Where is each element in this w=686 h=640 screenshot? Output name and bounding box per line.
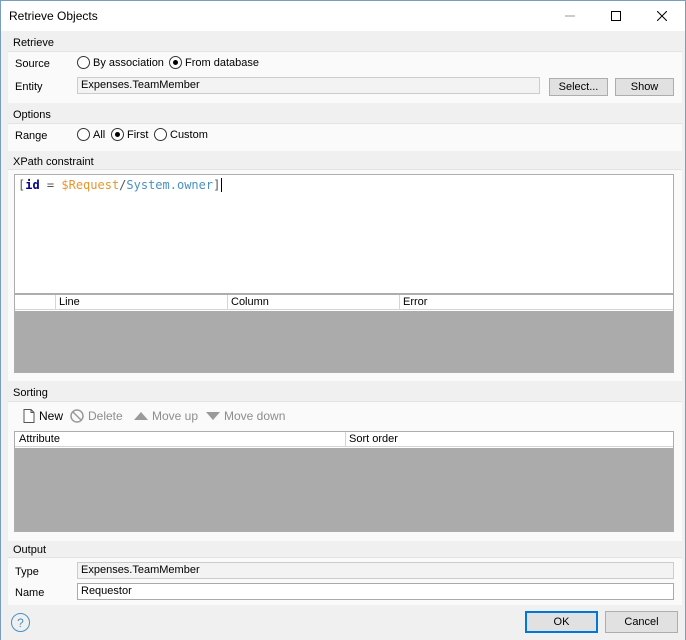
radio-circle-selected[interactable] [169, 56, 182, 69]
column-line[interactable]: Line [59, 296, 80, 308]
xpath-section-label: XPath constraint [13, 156, 94, 168]
window-title: Retrieve Objects [9, 9, 98, 23]
radio-range-all[interactable]: All [77, 128, 105, 141]
radio-range-custom[interactable]: Custom [154, 128, 208, 141]
radio-circle[interactable] [77, 128, 90, 141]
ok-button[interactable]: OK [525, 611, 598, 633]
new-button[interactable]: New [23, 409, 63, 423]
new-document-icon [23, 409, 35, 423]
new-button-label: New [39, 409, 64, 423]
radio-circle-selected[interactable] [111, 128, 124, 141]
title-bar: Retrieve Objects [1, 1, 685, 31]
help-icon[interactable]: ? [11, 613, 30, 632]
delete-icon [70, 409, 84, 423]
radio-label: By association [93, 56, 164, 69]
select-entity-button[interactable]: Select... [549, 78, 608, 96]
column-error[interactable]: Error [403, 296, 427, 308]
type-label: Type [15, 566, 39, 578]
xpath-token: System.owner [126, 178, 214, 192]
maximize-button[interactable] [593, 1, 639, 31]
options-section-label: Options [13, 109, 51, 121]
range-label: Range [15, 130, 48, 142]
dialog-window: Retrieve Objects Retrieve Source By asso… [0, 0, 686, 640]
output-type-field: Expenses.TeamMember [77, 562, 674, 579]
grid-body [15, 448, 673, 531]
grid-header: Line Column Error [15, 295, 673, 310]
xpath-token: $Request [61, 178, 120, 192]
minimize-icon [565, 15, 575, 17]
triangle-down-icon [206, 412, 220, 420]
entity-label: Entity [15, 81, 43, 93]
move-up-button[interactable]: Move up [134, 409, 198, 423]
radio-label: First [127, 128, 149, 141]
text-cursor: ​ [221, 178, 223, 192]
output-name-input[interactable]: Requestor [77, 583, 674, 600]
radio-from-database[interactable]: From database [169, 56, 259, 69]
xpath-editor[interactable]: [id = $Request/System.owner]​ [14, 174, 674, 294]
column-column[interactable]: Column [231, 296, 269, 308]
radio-circle[interactable] [77, 56, 90, 69]
retrieve-section-label: Retrieve [13, 37, 54, 49]
triangle-up-icon [134, 412, 148, 420]
close-icon [657, 11, 667, 21]
sorting-section-label: Sorting [13, 387, 48, 399]
column-attribute[interactable]: Attribute [19, 433, 60, 445]
minimize-button[interactable] [547, 1, 593, 31]
xpath-token: ] [213, 178, 221, 192]
delete-button[interactable]: Delete [70, 409, 123, 423]
radio-range-first[interactable]: First [111, 128, 148, 141]
close-button[interactable] [639, 1, 685, 31]
options-group [8, 123, 682, 151]
column-sort-order[interactable]: Sort order [349, 433, 398, 445]
delete-button-label: Delete [88, 409, 123, 423]
maximize-icon [611, 11, 621, 21]
radio-by-association[interactable]: By association [77, 56, 164, 69]
show-entity-button[interactable]: Show [615, 78, 674, 96]
move-down-label: Move down [224, 409, 286, 423]
xpath-errors-grid: Line Column Error [14, 294, 674, 373]
cancel-button[interactable]: Cancel [605, 611, 678, 633]
name-label: Name [15, 587, 45, 599]
radio-label: From database [185, 56, 259, 69]
move-up-label: Move up [152, 409, 199, 423]
source-label: Source [15, 58, 50, 70]
entity-field: Expenses.TeamMember [77, 77, 540, 94]
radio-circle[interactable] [154, 128, 167, 141]
xpath-token: = [39, 178, 62, 192]
grid-body [15, 311, 673, 372]
radio-label: All [93, 128, 106, 141]
move-down-button[interactable]: Move down [206, 409, 285, 423]
sorting-grid: Attribute Sort order [14, 431, 674, 532]
xpath-token: id [25, 178, 40, 192]
radio-label: Custom [170, 128, 208, 141]
grid-header: Attribute Sort order [15, 432, 673, 447]
output-section-label: Output [13, 544, 47, 556]
